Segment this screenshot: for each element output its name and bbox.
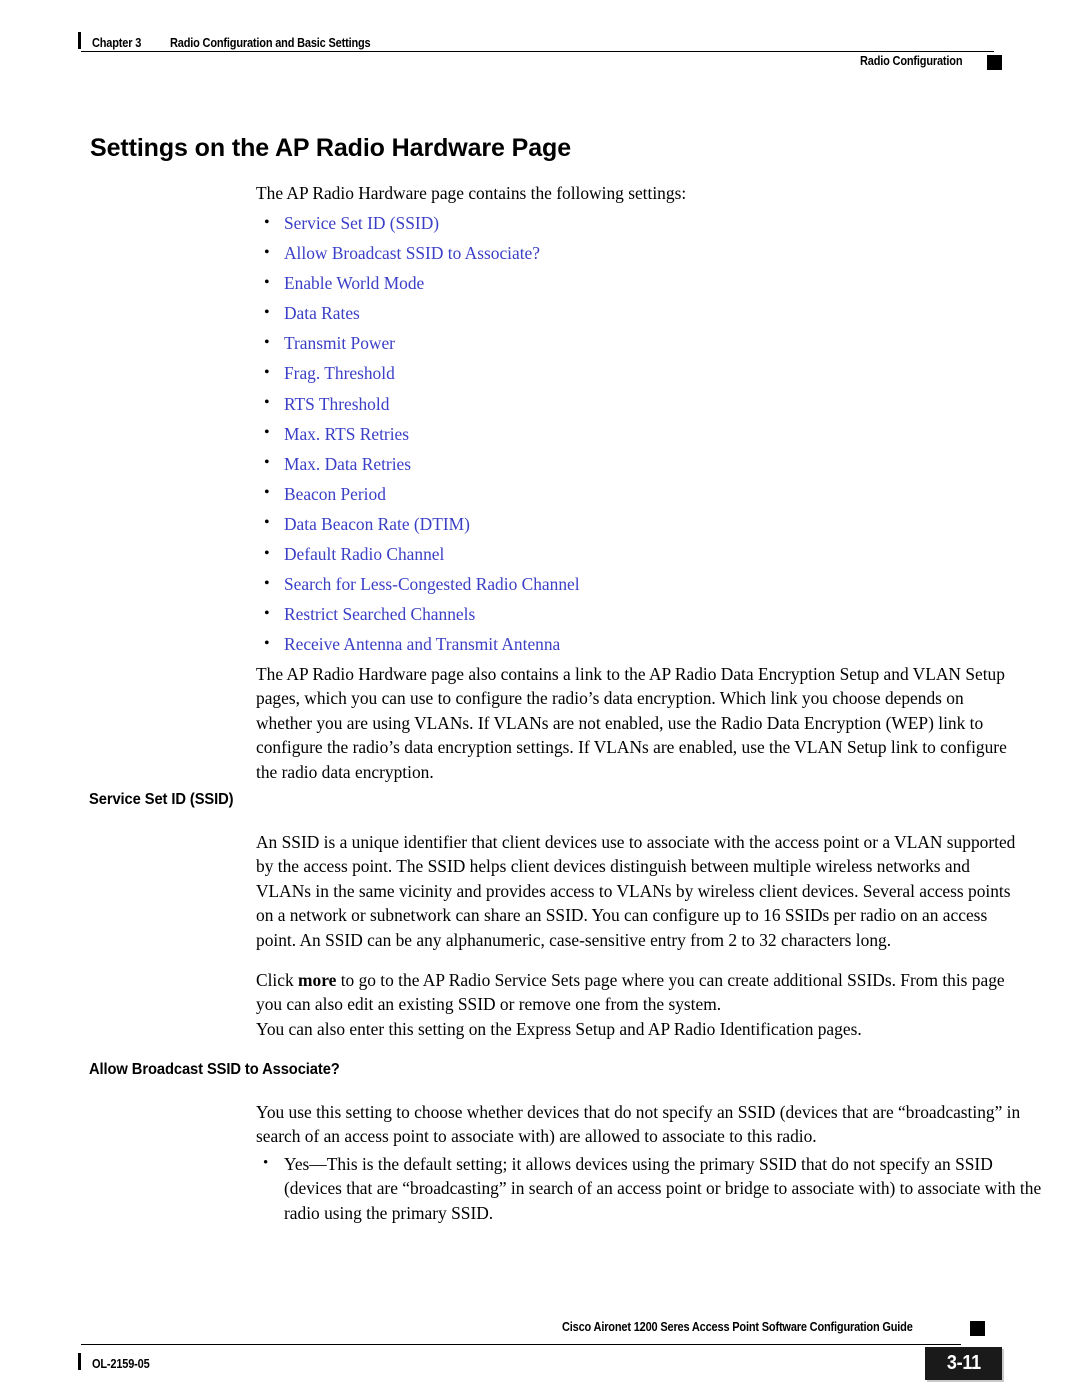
heading-allow-broadcast-ssid: Allow Broadcast SSID to Associate? — [89, 1061, 340, 1078]
settings-link-item[interactable]: RTS Threshold — [256, 391, 956, 422]
encryption-paragraph: The AP Radio Hardware page also contains… — [256, 664, 1007, 782]
page-number: 3-11 — [946, 1352, 981, 1374]
settings-link-item[interactable]: Search for Less-Congested Radio Channel — [256, 572, 956, 602]
ssid-paragraph-1: An SSID is a unique identifier that clie… — [256, 832, 1016, 950]
ssid-paragraph-3: You can also enter this setting on the E… — [256, 1019, 862, 1039]
running-header-right: Radio Configuration — [859, 54, 963, 68]
settings-link-item[interactable]: Allow Broadcast SSID to Associate? — [256, 241, 956, 271]
settings-link-item[interactable]: Max. RTS Retries — [256, 421, 956, 452]
page-title: Settings on the AP Radio Hardware Page — [90, 134, 572, 162]
more-keyword: more — [298, 970, 337, 990]
broadcast-bullet-yes: Yes—This is the default setting; it allo… — [256, 1151, 1052, 1225]
chapter-label: Chapter 3 — [92, 36, 142, 50]
ssid-paragraph-2-post: to go to the AP Radio Service Sets page … — [256, 970, 1005, 1015]
running-header: Chapter 3 Radio Configuration and Basic … — [78, 30, 1002, 78]
footer-square-marker — [970, 1321, 985, 1336]
settings-link-list: Service Set ID (SSID) Allow Broadcast SS… — [256, 210, 956, 662]
header-square-marker — [987, 55, 1002, 70]
settings-link-item[interactable]: Beacon Period — [256, 481, 956, 512]
ssid-paragraph-2: Click more to go to the AP Radio Service… — [256, 968, 1024, 1017]
broadcast-paragraph-1: You use this setting to choose whether d… — [256, 1102, 1021, 1147]
settings-link-item[interactable]: Service Set ID (SSID) — [256, 210, 956, 241]
running-header-left: Chapter 3 Radio Configuration and Basic … — [78, 30, 398, 50]
heading-service-set-id: Service Set ID (SSID) — [89, 791, 234, 808]
ssid-paragraph-2-pre: Click — [256, 970, 299, 990]
header-rule — [81, 51, 994, 52]
page-footer: Cisco Aironet 1200 Seres Access Point So… — [78, 1315, 1002, 1385]
settings-link-item[interactable]: Enable World Mode — [256, 271, 956, 301]
footer-rule — [81, 1344, 961, 1345]
page-number-box: 3-11 — [925, 1347, 1002, 1380]
footer-guide-title: Cisco Aironet 1200 Seres Access Point So… — [561, 1320, 913, 1334]
settings-link-item[interactable]: Data Beacon Rate (DTIM) — [256, 511, 956, 542]
chapter-title: Radio Configuration and Basic Settings — [169, 36, 371, 50]
settings-link-item[interactable]: Data Rates — [256, 301, 956, 331]
settings-link-item[interactable]: Default Radio Channel — [256, 542, 956, 572]
settings-link-item[interactable]: Restrict Searched Channels — [256, 602, 956, 632]
intro-paragraph: The AP Radio Hardware page contains the … — [256, 183, 687, 203]
footer-doc-number: OL-2159-05 — [92, 1357, 150, 1371]
settings-link-item[interactable]: Receive Antenna and Transmit Antenna — [256, 632, 956, 662]
footer-tick-mark — [78, 1353, 81, 1370]
settings-link-item[interactable]: Frag. Threshold — [256, 361, 956, 391]
header-tick-mark — [78, 32, 81, 49]
footer-left: OL-2159-05 — [78, 1351, 157, 1371]
settings-link-item[interactable]: Transmit Power — [256, 331, 956, 361]
document-page: Chapter 3 Radio Configuration and Basic … — [0, 0, 1080, 1397]
settings-link-item[interactable]: Max. Data Retries — [256, 451, 956, 482]
